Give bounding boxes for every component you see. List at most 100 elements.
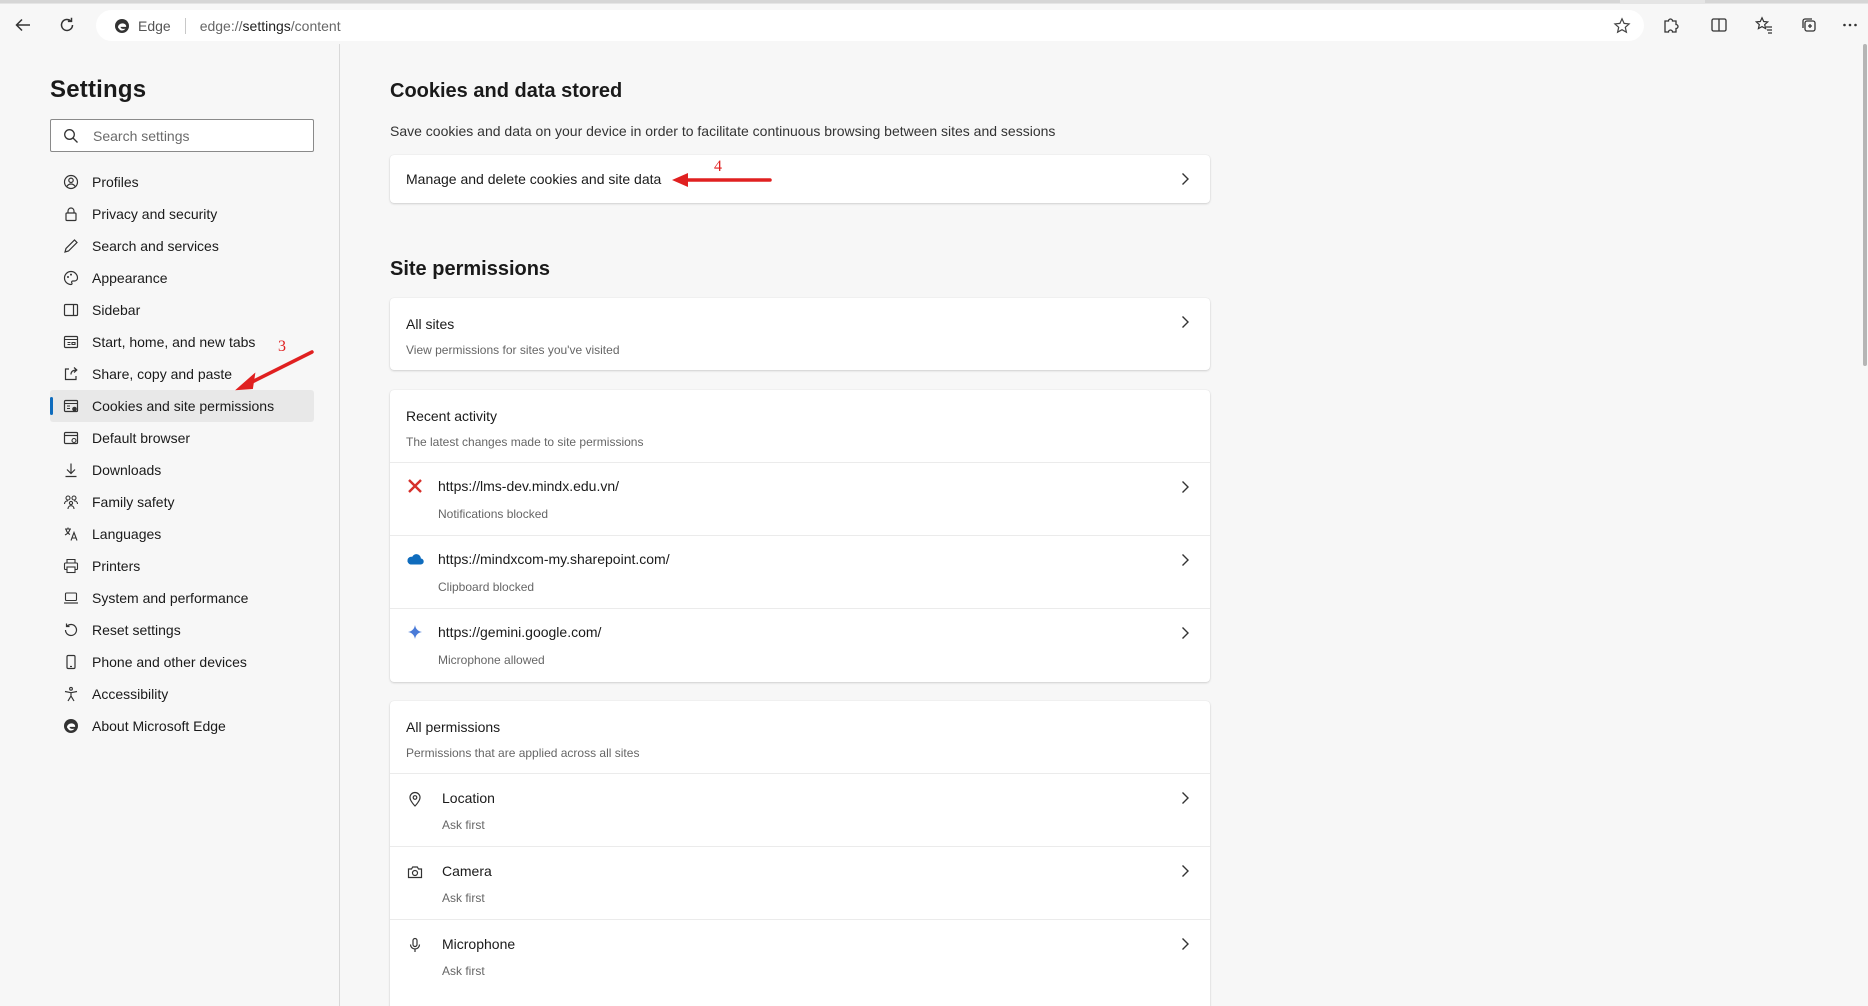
recent-site-status: Microphone allowed xyxy=(438,653,545,667)
sidebar-icon xyxy=(63,302,79,318)
settings-sidebar: Settings Search settings Profiles Privac… xyxy=(0,44,340,1006)
sidebar-item-accessibility[interactable]: Accessibility xyxy=(50,678,314,710)
edge-logo-icon xyxy=(63,718,79,734)
address-site-label: Edge xyxy=(138,17,171,34)
gemini-sparkle-icon xyxy=(406,623,424,641)
permission-status: Ask first xyxy=(442,818,485,832)
recent-activity-row[interactable]: https://mindxcom-my.sharepoint.com/ Clip… xyxy=(390,535,1210,608)
sidebar-item-privacy[interactable]: Privacy and security xyxy=(50,198,314,230)
sidebar-item-family-safety[interactable]: Family safety xyxy=(50,486,314,518)
sidebar-item-label: Printers xyxy=(92,558,141,574)
manage-cookies-row[interactable]: Manage and delete cookies and site data xyxy=(390,155,1210,203)
back-button[interactable] xyxy=(8,10,38,40)
permission-label: Location xyxy=(442,790,495,806)
browser-toolbar: Edge edge://settings/content xyxy=(0,4,1868,44)
chevron-right-icon xyxy=(1178,626,1192,640)
settings-nav: Profiles Privacy and security Search and… xyxy=(50,166,314,742)
all-permissions-header: All permissions Permissions that are app… xyxy=(390,701,1210,773)
browser-icon xyxy=(63,430,79,446)
favorites-list-icon xyxy=(1755,16,1772,34)
search-placeholder: Search settings xyxy=(93,127,190,144)
split-screen-button[interactable] xyxy=(1704,10,1734,40)
all-permissions-card: All permissions Permissions that are app… xyxy=(390,701,1210,1006)
phone-icon xyxy=(63,654,79,670)
scrollbar-thumb[interactable] xyxy=(1863,44,1867,366)
pen-icon xyxy=(63,238,79,254)
address-bar[interactable]: Edge edge://settings/content xyxy=(96,10,1644,41)
more-options-button[interactable] xyxy=(1835,10,1865,40)
sidebar-item-phone-devices[interactable]: Phone and other devices xyxy=(50,646,314,678)
address-separator xyxy=(184,17,186,34)
recent-activity-card: Recent activity The latest changes made … xyxy=(390,390,1210,682)
sidebar-item-label: Languages xyxy=(92,526,162,542)
recent-site-status: Notifications blocked xyxy=(438,507,549,521)
chevron-right-icon xyxy=(1178,315,1192,329)
sidebar-item-about-edge[interactable]: About Microsoft Edge xyxy=(50,710,314,742)
back-arrow-icon xyxy=(15,18,30,32)
collections-button[interactable] xyxy=(1794,10,1824,40)
sidebar-item-reset-settings[interactable]: Reset settings xyxy=(50,614,314,646)
sidebar-item-label: Privacy and security xyxy=(92,206,218,222)
sidebar-item-label: Family safety xyxy=(92,494,175,510)
all-permissions-title: All permissions xyxy=(406,719,501,735)
address-url: edge://settings/content xyxy=(200,18,341,34)
favorite-star-button[interactable] xyxy=(1612,16,1632,36)
sidebar-item-system-performance[interactable]: System and performance xyxy=(50,582,314,614)
recent-site-url: https://lms-dev.mindx.edu.vn/ xyxy=(438,478,620,494)
sidebar-item-label: Reset settings xyxy=(92,622,181,638)
search-icon xyxy=(63,128,79,144)
sidebar-item-profiles[interactable]: Profiles xyxy=(50,166,314,198)
permission-label: Microphone xyxy=(442,936,516,952)
page-scrollbar[interactable] xyxy=(1861,44,1868,1006)
annotation-arrow-4 xyxy=(672,173,772,187)
recent-activity-subtitle: The latest changes made to site permissi… xyxy=(406,435,644,449)
collections-icon xyxy=(1802,18,1816,32)
cookies-section-title: Cookies and data stored xyxy=(390,80,623,102)
sidebar-item-appearance[interactable]: Appearance xyxy=(50,262,314,294)
sidebar-item-label: System and performance xyxy=(92,590,249,606)
sidebar-item-label: Default browser xyxy=(92,430,191,446)
annotation-arrow-3 xyxy=(235,350,314,391)
sidebar-item-sidebar[interactable]: Sidebar xyxy=(50,294,314,326)
download-icon xyxy=(63,462,79,478)
sidebar-item-printers[interactable]: Printers xyxy=(50,550,314,582)
refresh-button[interactable] xyxy=(52,10,82,40)
recent-activity-row[interactable]: https://gemini.google.com/ Microphone al… xyxy=(390,608,1210,681)
sidebar-item-search-services[interactable]: Search and services xyxy=(50,230,314,262)
all-sites-card: All sites View permissions for sites you… xyxy=(390,298,1210,370)
recent-activity-row[interactable]: https://lms-dev.mindx.edu.vn/ Notificati… xyxy=(390,462,1210,535)
ellipsis-icon xyxy=(1843,23,1857,27)
favorites-button[interactable] xyxy=(1749,10,1779,40)
chevron-right-icon xyxy=(1178,864,1192,878)
permission-row-location[interactable]: Location Ask first xyxy=(390,773,1210,846)
chevron-right-icon xyxy=(1178,791,1192,805)
permission-label: Camera xyxy=(442,863,492,879)
all-permissions-subtitle: Permissions that are applied across all … xyxy=(406,746,640,760)
recent-site-url: https://gemini.google.com/ xyxy=(438,624,602,640)
home-tabs-icon xyxy=(63,334,79,350)
permission-row-microphone[interactable]: Microphone Ask first xyxy=(390,919,1210,992)
palette-icon xyxy=(63,270,79,286)
permission-row-camera[interactable]: Camera Ask first xyxy=(390,846,1210,919)
sidebar-item-label: Profiles xyxy=(92,174,139,190)
printer-icon xyxy=(63,558,79,574)
sidebar-item-label: Share, copy and paste xyxy=(92,366,233,382)
sidebar-item-label: Search and services xyxy=(92,238,219,254)
recent-activity-title: Recent activity xyxy=(406,408,498,424)
sidebar-item-label: Appearance xyxy=(92,270,168,286)
mindx-x-icon xyxy=(406,477,424,495)
search-settings-input[interactable]: Search settings xyxy=(50,119,314,152)
cookies-icon xyxy=(63,398,79,414)
sidebar-item-downloads[interactable]: Downloads xyxy=(50,454,314,486)
manage-cookies-label: Manage and delete cookies and site data xyxy=(406,171,662,187)
edge-logo-icon xyxy=(114,18,130,34)
extensions-button[interactable] xyxy=(1656,10,1686,40)
sidebar-item-languages[interactable]: Languages xyxy=(50,518,314,550)
all-sites-row[interactable]: All sites View permissions for sites you… xyxy=(390,298,1210,370)
sidebar-item-label: Sidebar xyxy=(92,302,141,318)
profile-icon xyxy=(63,174,79,190)
all-sites-title: All sites xyxy=(406,316,455,332)
cookies-card: Manage and delete cookies and site data xyxy=(390,155,1210,203)
accessibility-icon xyxy=(63,686,79,702)
recent-site-url: https://mindxcom-my.sharepoint.com/ xyxy=(438,551,670,567)
